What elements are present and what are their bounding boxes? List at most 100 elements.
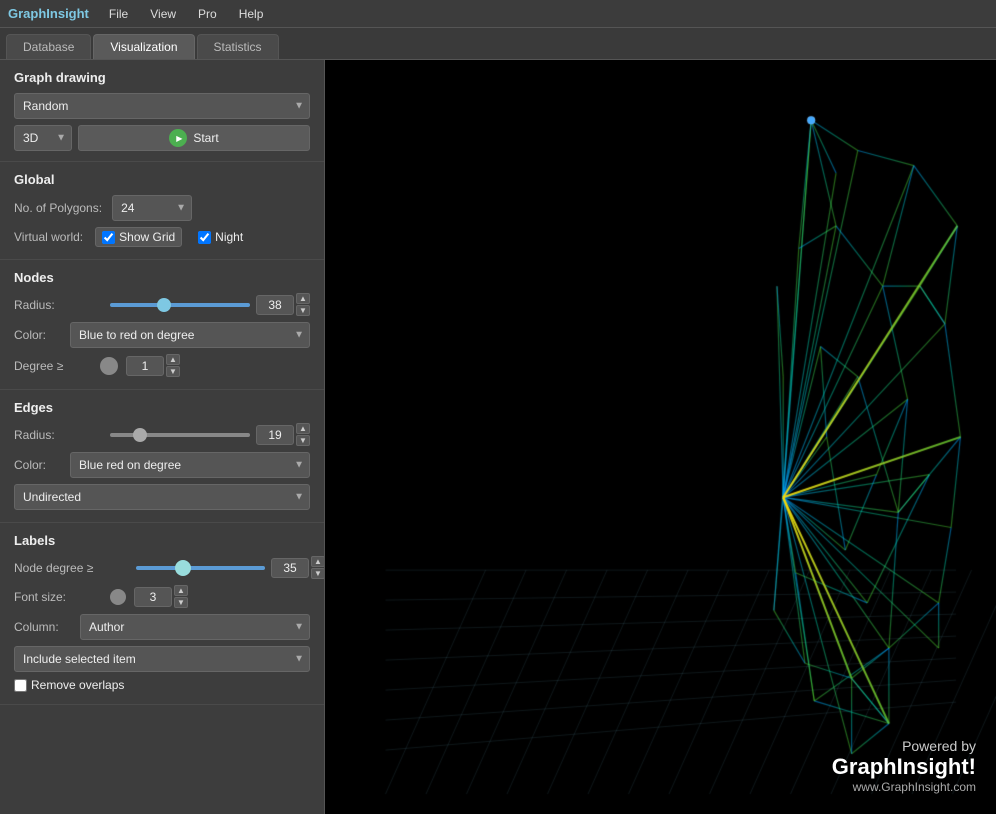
edges-radius-slider[interactable] [110, 433, 250, 437]
edges-color-select-wrap: Blue red on degree Blue to red on degree… [70, 452, 310, 478]
virtual-row: Virtual world: Show Grid Night [14, 227, 310, 247]
night-checkbox[interactable] [198, 231, 211, 244]
section-global: Global No. of Polygons: 24 12 48 ▼ Virtu… [0, 162, 324, 260]
polygons-row: No. of Polygons: 24 12 48 ▼ [14, 195, 310, 221]
nodes-radius-spinner: ▲ ▼ [296, 293, 310, 316]
edges-radius-value-wrap: ▲ ▼ [256, 423, 310, 446]
labels-node-degree-input[interactable] [271, 558, 309, 578]
night-label: Night [215, 230, 243, 244]
menu-help[interactable]: Help [229, 4, 274, 24]
show-grid-checkbox-wrap[interactable]: Show Grid [95, 227, 182, 247]
nodes-degree-input[interactable] [126, 356, 164, 376]
menu-pro[interactable]: Pro [188, 4, 227, 24]
nodes-radius-input[interactable] [256, 295, 294, 315]
labels-node-degree-value-wrap: ▲ ▼ [271, 556, 325, 579]
labels-node-degree-slider[interactable] [136, 566, 265, 570]
nodes-radius-up[interactable]: ▲ [296, 293, 310, 304]
edges-color-row: Color: Blue red on degree Blue to red on… [14, 452, 310, 478]
section-title-labels: Labels [14, 533, 310, 548]
start-icon [169, 129, 187, 147]
section-title-global: Global [14, 172, 310, 187]
nodes-degree-row: Degree ≥ ▲ ▼ [14, 354, 310, 377]
edges-radius-input[interactable] [256, 425, 294, 445]
nodes-degree-down[interactable]: ▼ [166, 366, 180, 377]
layout-dropdown-row: Random Circle Force-directed Grid ▼ [14, 93, 310, 119]
nodes-degree-circle [100, 357, 118, 375]
labels-font-size-label: Font size: [14, 590, 104, 604]
labels-column-select[interactable]: Author Title Year [80, 614, 310, 640]
tab-visualization[interactable]: Visualization [93, 34, 194, 59]
nodes-degree-spinner: ▲ ▼ [166, 354, 180, 377]
nodes-color-select-wrap: Blue to red on degree Uniform By cluster… [70, 322, 310, 348]
polygons-select-wrap: 24 12 48 ▼ [112, 195, 192, 221]
dim-select[interactable]: 3D 2D [14, 125, 72, 151]
labels-font-size-circle [110, 589, 126, 605]
section-title-graph-drawing: Graph drawing [14, 70, 310, 85]
viz-canvas[interactable]: Powered by GraphInsight! www.GraphInsigh… [325, 60, 996, 814]
nodes-color-row: Color: Blue to red on degree Uniform By … [14, 322, 310, 348]
edges-radius-up[interactable]: ▲ [296, 423, 310, 434]
labels-include-select-wrap: Include selected item Exclude selected i… [14, 646, 310, 672]
labels-node-degree-down[interactable]: ▼ [311, 568, 325, 579]
labels-column-label: Column: [14, 620, 74, 634]
section-nodes: Nodes Radius: ▲ ▼ Color: Blue to red on … [0, 260, 324, 390]
nodes-degree-up[interactable]: ▲ [166, 354, 180, 365]
labels-node-degree-label: Node degree ≥ [14, 561, 124, 575]
remove-overlaps-label: Remove overlaps [31, 678, 124, 692]
menu-view[interactable]: View [140, 4, 186, 24]
labels-font-size-value-wrap: ▲ ▼ [134, 585, 188, 608]
labels-node-degree-spinner: ▲ ▼ [311, 556, 325, 579]
virtual-label: Virtual world: [14, 230, 83, 244]
labels-node-degree-up[interactable]: ▲ [311, 556, 325, 567]
layout-select-wrap: Random Circle Force-directed Grid ▼ [14, 93, 310, 119]
night-checkbox-wrap[interactable]: Night [198, 230, 243, 244]
sidebar: Graph drawing Random Circle Force-direct… [0, 60, 325, 814]
labels-include-row: Include selected item Exclude selected i… [14, 646, 310, 672]
polygons-label: No. of Polygons: [14, 201, 102, 215]
nodes-radius-label: Radius: [14, 298, 104, 312]
nodes-radius-row: Radius: ▲ ▼ [14, 293, 310, 316]
labels-include-select[interactable]: Include selected item Exclude selected i… [14, 646, 310, 672]
labels-font-size-down[interactable]: ▼ [174, 597, 188, 608]
nodes-color-select[interactable]: Blue to red on degree Uniform By cluster [70, 322, 310, 348]
remove-overlaps-wrap[interactable]: Remove overlaps [14, 678, 124, 692]
labels-font-size-spinner: ▲ ▼ [174, 585, 188, 608]
show-grid-label: Show Grid [119, 230, 175, 244]
tab-statistics[interactable]: Statistics [197, 34, 279, 59]
labels-remove-row: Remove overlaps [14, 678, 310, 692]
nodes-radius-down[interactable]: ▼ [296, 305, 310, 316]
edges-radius-row: Radius: ▲ ▼ [14, 423, 310, 446]
section-title-nodes: Nodes [14, 270, 310, 285]
tab-database[interactable]: Database [6, 34, 91, 59]
menu-bar: GraphInsight File View Pro Help [0, 0, 996, 28]
edges-color-select[interactable]: Blue red on degree Blue to red on degree… [70, 452, 310, 478]
menu-file[interactable]: File [99, 4, 138, 24]
layout-select[interactable]: Random Circle Force-directed Grid [14, 93, 310, 119]
graph-canvas [325, 60, 996, 814]
polygons-select[interactable]: 24 12 48 [112, 195, 192, 221]
section-edges: Edges Radius: ▲ ▼ Color: Blue red on deg… [0, 390, 324, 523]
edges-direction-row: Undirected Directed ▼ [14, 484, 310, 510]
remove-overlaps-checkbox[interactable] [14, 679, 27, 692]
nodes-degree-label: Degree ≥ [14, 359, 94, 373]
labels-font-size-input[interactable] [134, 587, 172, 607]
start-row: 3D 2D ▼ Start [14, 125, 310, 151]
edges-direction-select-wrap: Undirected Directed ▼ [14, 484, 310, 510]
nodes-radius-value-wrap: ▲ ▼ [256, 293, 310, 316]
start-button[interactable]: Start [78, 125, 310, 151]
edges-direction-select[interactable]: Undirected Directed [14, 484, 310, 510]
start-label: Start [193, 131, 218, 145]
nodes-radius-slider[interactable] [110, 303, 250, 307]
edges-radius-label: Radius: [14, 428, 104, 442]
labels-node-degree-row: Node degree ≥ ▲ ▼ [14, 556, 310, 579]
labels-column-select-wrap: Author Title Year ▼ [80, 614, 310, 640]
app-brand[interactable]: GraphInsight [8, 6, 89, 21]
show-grid-checkbox[interactable] [102, 231, 115, 244]
edges-color-label: Color: [14, 458, 64, 472]
edges-radius-down[interactable]: ▼ [296, 435, 310, 446]
section-graph-drawing: Graph drawing Random Circle Force-direct… [0, 60, 324, 162]
labels-font-size-up[interactable]: ▲ [174, 585, 188, 596]
tab-bar: Database Visualization Statistics [0, 28, 996, 60]
labels-column-row: Column: Author Title Year ▼ [14, 614, 310, 640]
section-title-edges: Edges [14, 400, 310, 415]
